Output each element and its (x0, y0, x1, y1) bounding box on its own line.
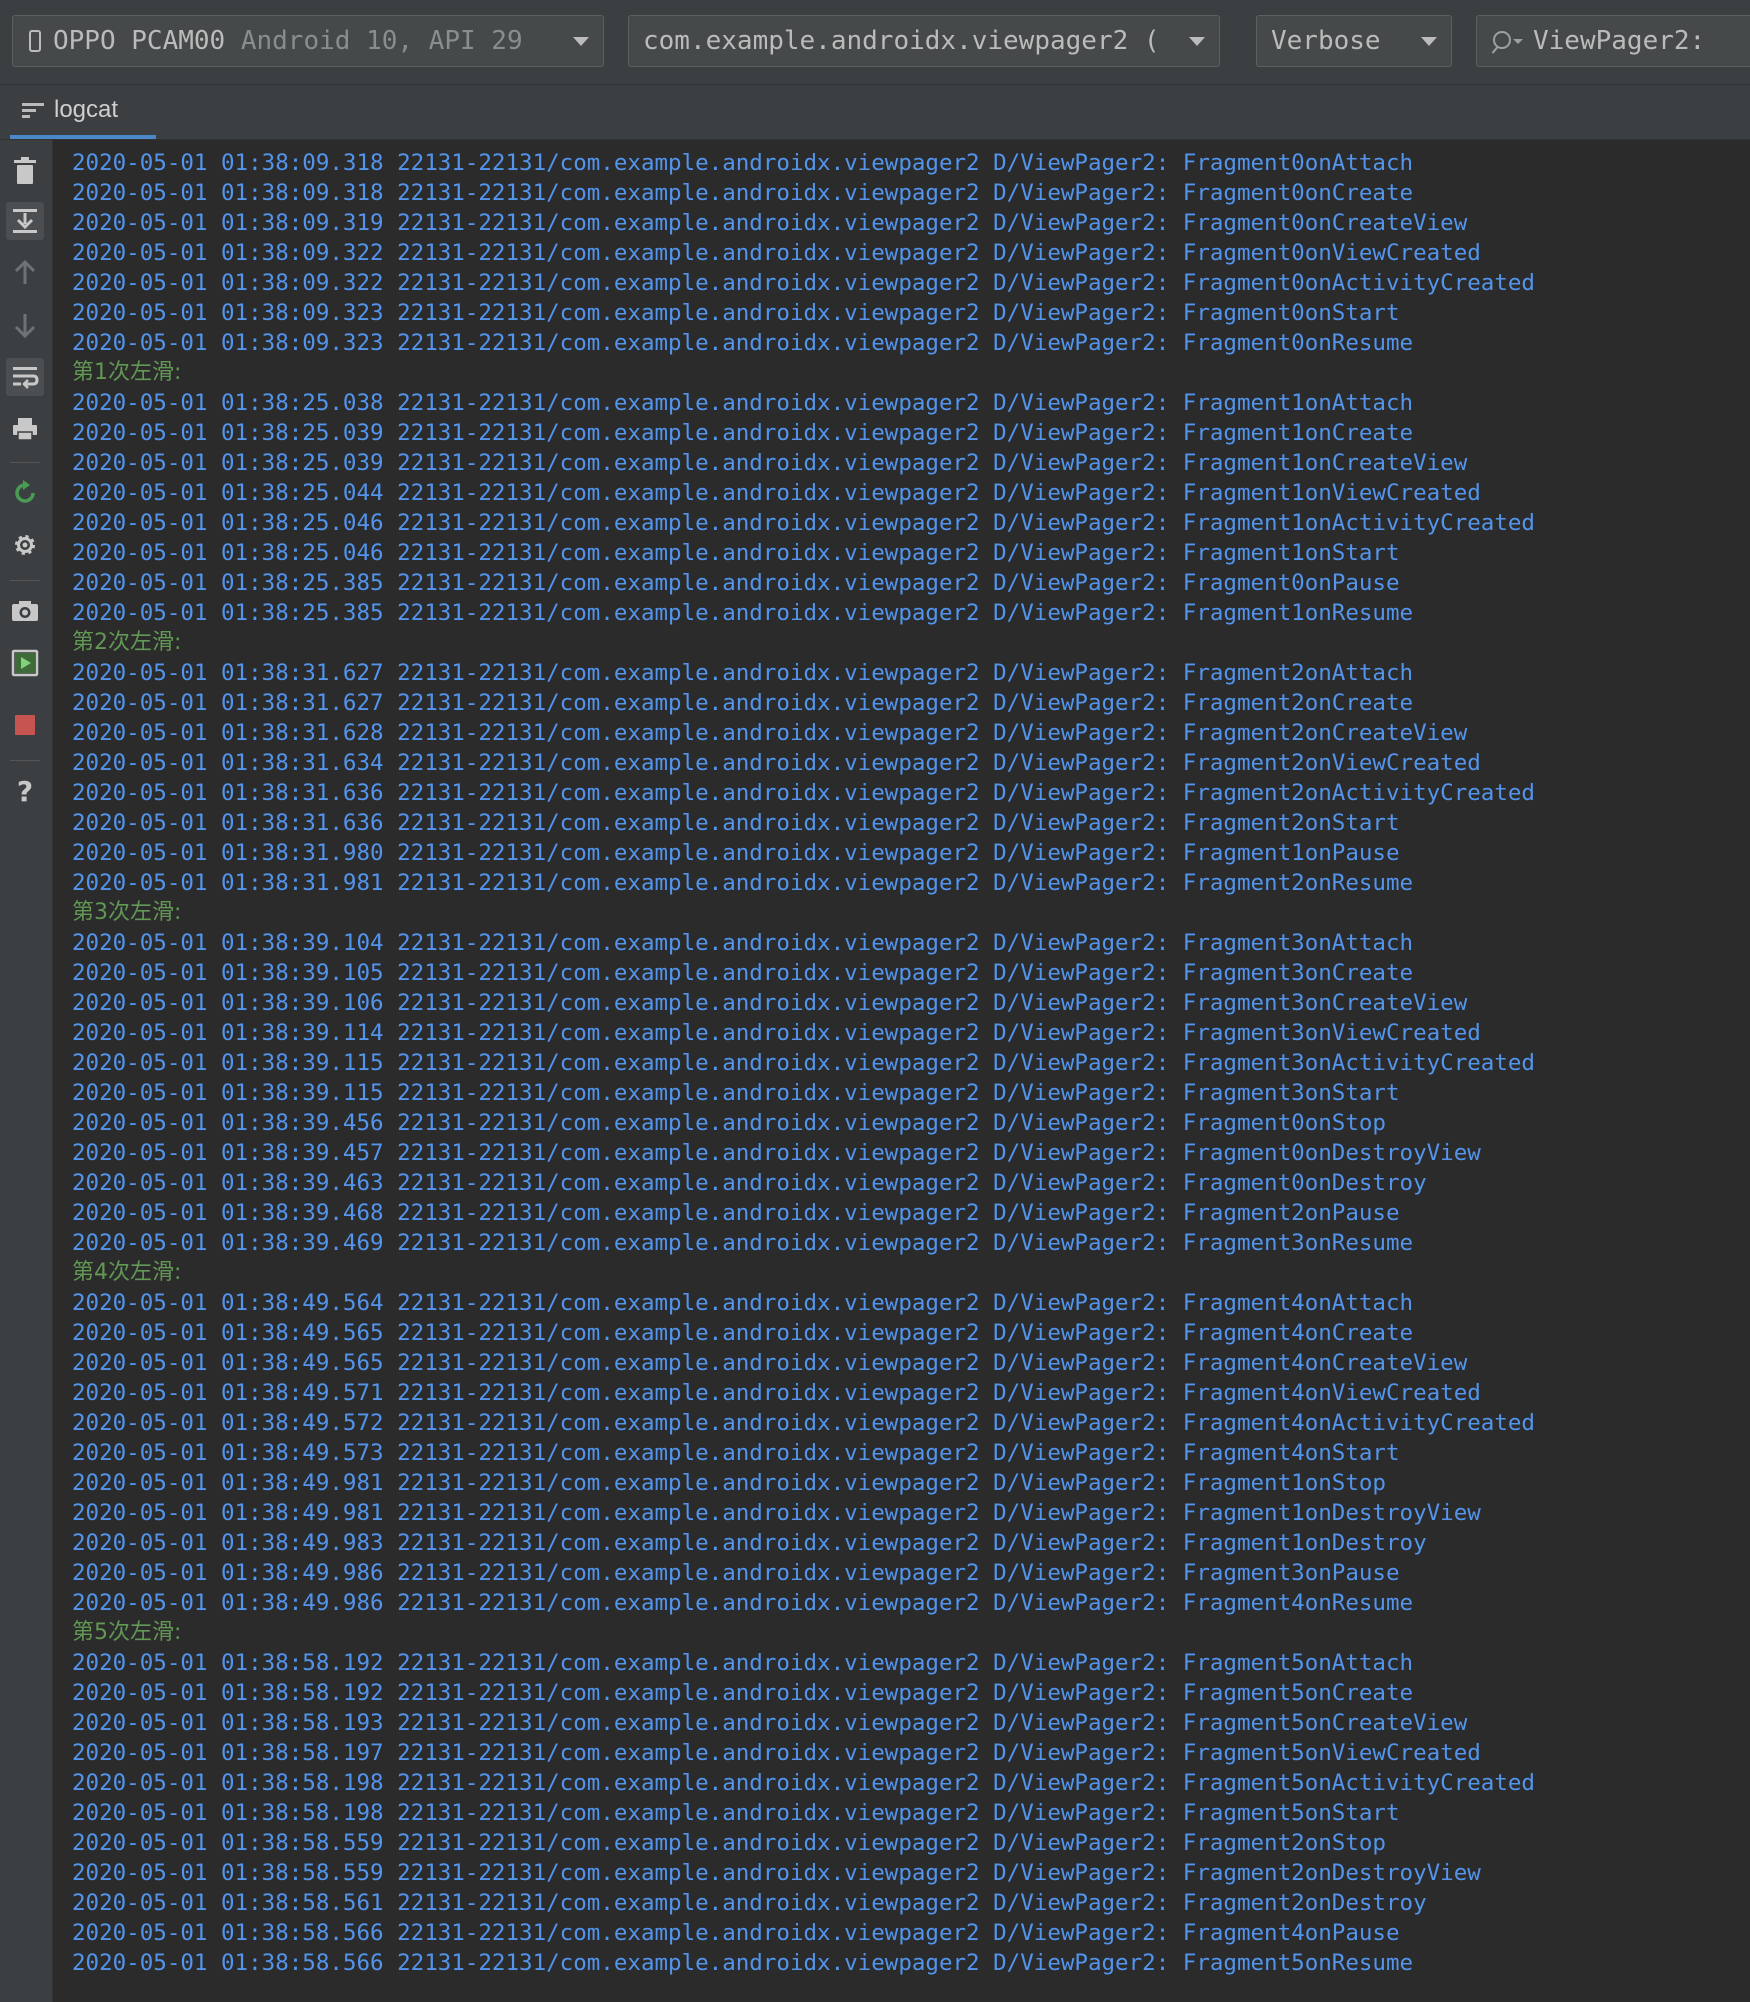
up-arrow-icon[interactable] (6, 254, 44, 292)
tab-logcat[interactable]: logcat (10, 85, 156, 139)
log-line: 2020-05-01 01:38:58.192 22131-22131/com.… (72, 1650, 1414, 1676)
log-line: 2020-05-01 01:38:39.456 22131-22131/com.… (72, 1110, 1386, 1136)
logcat-side-toolbar: ? (0, 140, 53, 2002)
chevron-down-icon (573, 36, 589, 46)
log-line: 2020-05-01 01:38:39.104 22131-22131/com.… (72, 930, 1414, 956)
log-line: 2020-05-01 01:38:39.105 22131-22131/com.… (72, 960, 1414, 986)
log-line: 2020-05-01 01:38:58.192 22131-22131/com.… (72, 1680, 1414, 1706)
logcat-icon (22, 102, 44, 118)
print-icon[interactable] (6, 410, 44, 448)
swipe-annotation: 第5次左滑: (72, 1620, 182, 1645)
log-line: 2020-05-01 01:38:58.559 22131-22131/com.… (72, 1860, 1481, 1886)
down-arrow-icon[interactable] (6, 306, 44, 344)
log-line: 2020-05-01 01:38:09.323 22131-22131/com.… (72, 300, 1400, 326)
log-line: 2020-05-01 01:38:31.627 22131-22131/com.… (72, 690, 1414, 716)
log-line: 2020-05-01 01:38:49.981 22131-22131/com.… (72, 1470, 1386, 1496)
help-icon[interactable]: ? (6, 772, 44, 810)
logcat-window: OPPO PCAM00 Android 10, API 29 com.examp… (0, 0, 1750, 2002)
swipe-annotation: 第3次左滑: (72, 900, 182, 925)
log-line: 2020-05-01 01:38:09.318 22131-22131/com.… (72, 150, 1414, 176)
log-line: 2020-05-01 01:38:39.115 22131-22131/com.… (72, 1080, 1400, 1106)
log-line: 2020-05-01 01:38:25.039 22131-22131/com.… (72, 450, 1468, 476)
log-line: 2020-05-01 01:38:49.981 22131-22131/com.… (72, 1500, 1481, 1526)
log-line: 2020-05-01 01:38:25.046 22131-22131/com.… (72, 510, 1535, 536)
process-name: com.example.androidx.viewpager2 ( (643, 26, 1160, 56)
tab-label: logcat (54, 96, 119, 123)
log-line: 2020-05-01 01:38:09.318 22131-22131/com.… (72, 180, 1414, 206)
log-line: 2020-05-01 01:38:39.114 22131-22131/com.… (72, 1020, 1481, 1046)
log-line: 2020-05-01 01:38:25.039 22131-22131/com.… (72, 420, 1414, 446)
tool-window-tabs: logcat (0, 85, 1750, 140)
log-line: 2020-05-01 01:38:39.468 22131-22131/com.… (72, 1200, 1400, 1226)
log-level-value: Verbose (1271, 26, 1381, 56)
log-line: 2020-05-01 01:38:31.981 22131-22131/com.… (72, 870, 1414, 896)
log-line: 2020-05-01 01:38:31.634 22131-22131/com.… (72, 750, 1481, 776)
log-line: 2020-05-01 01:38:49.571 22131-22131/com.… (72, 1380, 1481, 1406)
log-line: 2020-05-01 01:38:58.566 22131-22131/com.… (72, 1920, 1400, 1946)
process-selector[interactable]: com.example.androidx.viewpager2 ( (628, 15, 1220, 67)
log-line: 2020-05-01 01:38:58.566 22131-22131/com.… (72, 1950, 1414, 1976)
log-line: 2020-05-01 01:38:49.572 22131-22131/com.… (72, 1410, 1535, 1436)
device-api: Android 10, API 29 (240, 26, 523, 56)
log-line: 2020-05-01 01:38:31.628 22131-22131/com.… (72, 720, 1468, 746)
log-line: 2020-05-01 01:38:39.457 22131-22131/com.… (72, 1140, 1481, 1166)
screen-record-icon[interactable] (6, 644, 44, 682)
log-line: 2020-05-01 01:38:49.565 22131-22131/com.… (72, 1320, 1414, 1346)
soft-wrap-icon[interactable] (6, 358, 44, 396)
log-line: 2020-05-01 01:38:58.197 22131-22131/com.… (72, 1740, 1481, 1766)
log-line: 2020-05-01 01:38:49.573 22131-22131/com.… (72, 1440, 1400, 1466)
log-line: 2020-05-01 01:38:58.559 22131-22131/com.… (72, 1830, 1386, 1856)
screenshot-icon[interactable] (6, 592, 44, 630)
separator (10, 760, 40, 761)
separator (10, 462, 40, 463)
device-name: OPPO PCAM00 (53, 26, 226, 56)
log-line: 2020-05-01 01:38:09.323 22131-22131/com.… (72, 330, 1414, 356)
logcat-toolbar: OPPO PCAM00 Android 10, API 29 com.examp… (0, 0, 1750, 85)
swipe-annotation: 第4次左滑: (72, 1260, 182, 1285)
log-line: 2020-05-01 01:38:25.385 22131-22131/com.… (72, 600, 1414, 626)
log-line: 2020-05-01 01:38:58.193 22131-22131/com.… (72, 1710, 1468, 1736)
log-line: 2020-05-01 01:38:09.322 22131-22131/com.… (72, 270, 1535, 296)
log-line: 2020-05-01 01:38:31.627 22131-22131/com.… (72, 660, 1414, 686)
stop-icon[interactable] (6, 706, 44, 744)
log-line: 2020-05-01 01:38:25.038 22131-22131/com.… (72, 390, 1414, 416)
restart-icon[interactable] (6, 474, 44, 512)
log-line: 2020-05-01 01:38:58.198 22131-22131/com.… (72, 1770, 1535, 1796)
separator (10, 580, 40, 581)
log-line: 2020-05-01 01:38:31.980 22131-22131/com.… (72, 840, 1400, 866)
log-line: 2020-05-01 01:38:25.044 22131-22131/com.… (72, 480, 1481, 506)
log-line: 2020-05-01 01:38:25.385 22131-22131/com.… (72, 570, 1400, 596)
log-line: 2020-05-01 01:38:31.636 22131-22131/com.… (72, 810, 1400, 836)
chevron-down-icon (1189, 36, 1205, 46)
log-line: 2020-05-01 01:38:58.561 22131-22131/com.… (72, 1890, 1427, 1916)
log-line: 2020-05-01 01:38:49.986 22131-22131/com.… (72, 1560, 1400, 1586)
settings-icon[interactable] (6, 526, 44, 564)
logcat-output[interactable]: 2020-05-01 01:38:09.318 22131-22131/com.… (58, 141, 1750, 2002)
log-line: 2020-05-01 01:38:39.106 22131-22131/com.… (72, 990, 1468, 1016)
swipe-annotation: 第1次左滑: (72, 360, 182, 385)
log-line: 2020-05-01 01:38:39.469 22131-22131/com.… (72, 1230, 1414, 1256)
log-line: 2020-05-01 01:38:25.046 22131-22131/com.… (72, 540, 1400, 566)
scroll-to-end-icon[interactable] (6, 202, 44, 240)
log-line: 2020-05-01 01:38:39.463 22131-22131/com.… (72, 1170, 1427, 1196)
log-line: 2020-05-01 01:38:49.986 22131-22131/com.… (72, 1590, 1414, 1616)
phone-icon (29, 30, 41, 52)
log-line: 2020-05-01 01:38:49.564 22131-22131/com.… (72, 1290, 1414, 1316)
log-line: 2020-05-01 01:38:31.636 22131-22131/com.… (72, 780, 1535, 806)
log-line: 2020-05-01 01:38:09.319 22131-22131/com.… (72, 210, 1468, 236)
search-icon[interactable] (1491, 28, 1525, 54)
log-line: 2020-05-01 01:38:09.322 22131-22131/com.… (72, 240, 1481, 266)
chevron-down-icon (1421, 36, 1437, 46)
device-selector[interactable]: OPPO PCAM00 Android 10, API 29 (12, 15, 604, 67)
trash-icon[interactable] (6, 152, 44, 190)
log-line: 2020-05-01 01:38:58.198 22131-22131/com.… (72, 1800, 1400, 1826)
log-line: 2020-05-01 01:38:49.983 22131-22131/com.… (72, 1530, 1427, 1556)
search-input[interactable]: ViewPager2: (1476, 15, 1750, 67)
log-line: 2020-05-01 01:38:49.565 22131-22131/com.… (72, 1350, 1468, 1376)
swipe-annotation: 第2次左滑: (72, 630, 182, 655)
log-line: 2020-05-01 01:38:39.115 22131-22131/com.… (72, 1050, 1535, 1076)
search-query: ViewPager2: (1533, 26, 1706, 56)
log-level-selector[interactable]: Verbose (1256, 15, 1452, 67)
